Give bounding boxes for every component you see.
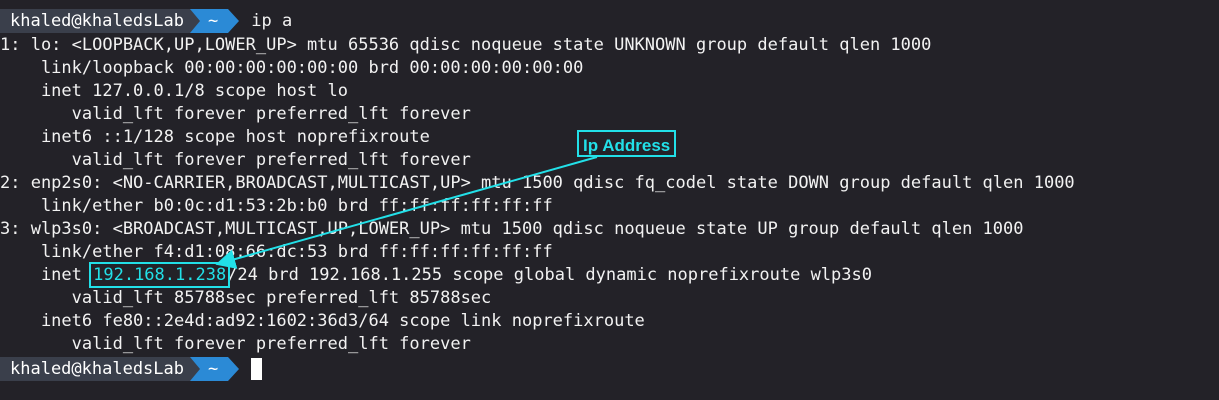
terminal[interactable]: khaled@khaledsLab ~ ip a 1: lo: <LOOPBAC… (0, 8, 1219, 382)
ip-address-callout: Ip Address (577, 130, 677, 157)
prompt-user-host: khaled@khaledsLab (0, 357, 190, 381)
output-line: valid_lft 85788sec preferred_lft 85788se… (0, 288, 492, 308)
output-line: valid_lft forever preferred_lft forever (0, 334, 471, 354)
output-line: 1: lo: <LOOPBACK,UP,LOWER_UP> mtu 65536 … (0, 35, 932, 55)
cursor (251, 358, 263, 380)
output-line: 3: wlp3s0: <BROADCAST,MULTICAST,UP,LOWER… (0, 219, 1024, 239)
output-line: link/loopback 00:00:00:00:00:00 brd 00:0… (0, 58, 584, 78)
inet-line: inet 192.168.1.238/24 brd 192.168.1.255 … (0, 262, 1219, 288)
output-line: inet6 fe80::2e4d:ad92:1602:36d3/64 scope… (0, 311, 645, 331)
prompt-directory: ~ (200, 9, 229, 33)
prompt-line: khaled@khaledsLab ~ (0, 356, 1219, 382)
prompt-separator-icon (190, 9, 200, 33)
prompt-end-icon (228, 357, 240, 381)
prompt-end-icon (228, 9, 240, 33)
output-line: link/ether b0:0c:d1:53:2b:b0 brd ff:ff:f… (0, 196, 553, 216)
inet-suffix: /24 brd 192.168.1.255 scope global dynam… (227, 265, 872, 285)
output-line: valid_lft forever preferred_lft forever (0, 104, 471, 124)
highlighted-ip-address: 192.168.1.238 (89, 262, 231, 288)
prompt-separator-icon (190, 357, 200, 381)
command-text: ip a (251, 11, 293, 31)
output-line: inet 127.0.0.1/8 scope host lo (0, 81, 348, 101)
output-line: link/ether f4:d1:08:66:dc:53 brd ff:ff:f… (0, 242, 553, 262)
prompt-line: khaled@khaledsLab ~ ip a (0, 8, 1219, 34)
inet-prefix: inet (0, 265, 93, 285)
prompt-directory: ~ (200, 357, 229, 381)
prompt-user-host: khaled@khaledsLab (0, 9, 190, 33)
output-line: 2: enp2s0: <NO-CARRIER,BROADCAST,MULTICA… (0, 173, 1075, 193)
